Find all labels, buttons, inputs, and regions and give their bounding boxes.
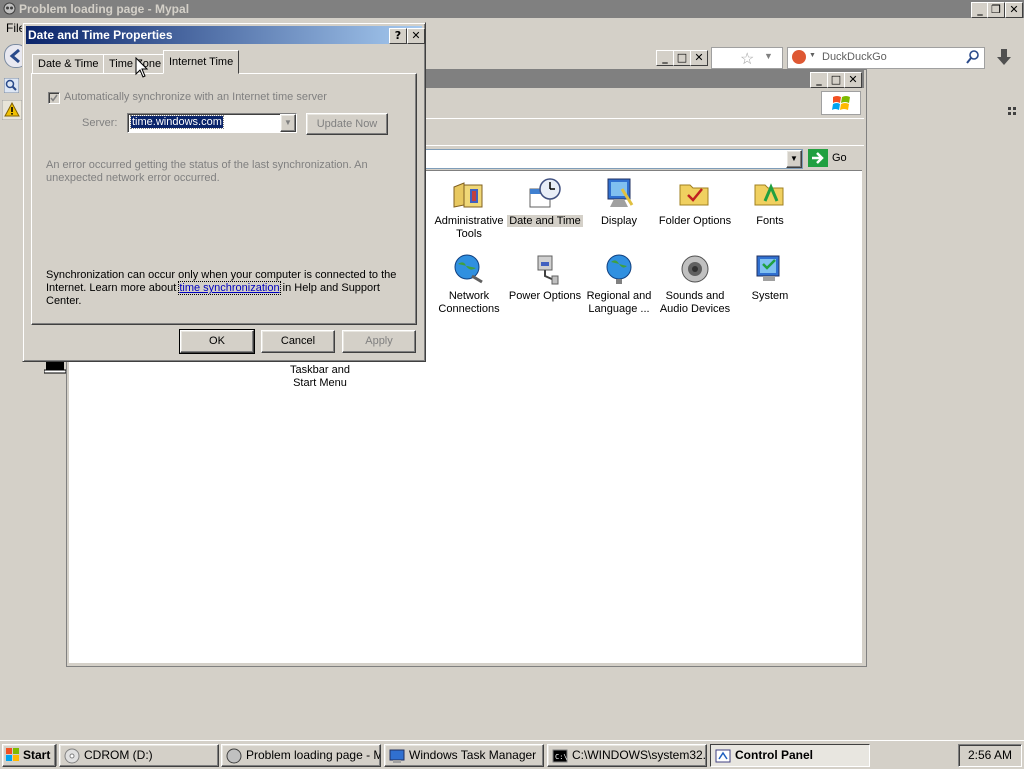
control-panel-icon [715,748,731,766]
server-label: Server: [82,117,118,129]
time-sync-link[interactable]: time synchronization [178,281,281,295]
close-button[interactable]: ✕ [1005,2,1023,18]
ok-button[interactable]: OK [179,329,255,354]
display-icon [602,177,636,211]
admin-tools-icon [452,177,486,211]
dialog-close-button[interactable]: ✕ [407,28,425,44]
taskbar-button-control-panel[interactable]: Control Panel [710,744,870,767]
search-engine-dropdown-icon[interactable]: ▼ [809,52,816,59]
system-clock[interactable]: 2:56 AM [958,744,1022,767]
taskbar-button-browser[interactable]: Problem loading page - M... [221,744,381,767]
sidebar-search-icon[interactable] [3,77,20,94]
help-button[interactable]: ? [389,28,407,44]
sync-info-text: Synchronization can occur only when your… [46,269,397,307]
sync-error-text: An error occurred getting the status of … [46,159,368,184]
cp-item-system[interactable]: System [730,252,810,303]
sync-checkbox[interactable] [48,92,60,104]
browser-title: Problem loading page - Mypal [19,2,190,16]
taskbar-button-cdrom[interactable]: CDROM (D:) [59,744,219,767]
fonts-icon [753,177,787,211]
apply-button[interactable]: Apply [342,330,416,353]
date-time-icon [528,177,562,211]
power-icon [528,252,562,286]
cp-maximize-button[interactable]: □ [827,72,845,88]
restore-button[interactable]: ❐ [987,2,1005,18]
browser-title-bar: Problem loading page - Mypal _ ❐ ✕ [0,0,1024,18]
dialog-titlebar: Date and Time Properties ? ✕ [26,26,425,44]
cp-item-folder-options[interactable]: Folder Options [655,177,735,228]
internet-time-panel: Automatically synchronize with an Intern… [31,73,417,325]
mouse-cursor-icon [135,56,149,79]
cp-item-sounds-and-audio[interactable]: Sounds and Audio Devices [655,252,735,316]
svg-text:C:\: C:\ [555,753,568,761]
cp-item-regional-and-language[interactable]: Regional and Language ... [579,252,659,316]
browser-task-icon [226,748,242,766]
duckduckgo-icon [792,50,806,64]
bookmark-star-icon[interactable]: ☆ [740,49,754,69]
network-icon [452,252,486,286]
cp-item-display[interactable]: Display [579,177,659,228]
search-input[interactable]: DuckDuckGo [822,51,887,63]
cp-item-power-options[interactable]: Power Options [505,252,585,303]
search-icon[interactable] [966,49,980,68]
server-dropdown-button[interactable]: ▼ [280,114,296,132]
update-now-button[interactable]: Update Now [306,113,388,135]
task-manager-icon [389,748,405,766]
taskbar: Start CDROM (D:) Problem loading page - … [0,740,1024,769]
start-button[interactable]: Start [2,744,56,767]
cp-close-button[interactable]: ✕ [844,72,862,88]
search-box[interactable]: ▼ DuckDuckGo [787,47,985,69]
address-dropdown-button[interactable]: ▼ [786,150,802,168]
tab-date-time[interactable]: Date & Time [32,54,105,74]
cp-item-network-connections[interactable]: Network Connections [429,252,509,316]
cp-item-date-and-time[interactable]: Date and Time [505,177,585,228]
tab-restore-button[interactable]: □ [673,50,691,66]
folder-options-icon [678,177,712,211]
server-input[interactable]: time.windows.com [130,115,224,129]
address-actions: ☆ ▼ [711,47,783,69]
taskbar-icon [43,360,67,374]
tab-minimize-button[interactable]: _ [656,50,674,66]
warning-icon [1,99,23,121]
taskbar-separator [56,744,57,766]
cdrom-icon [64,748,80,766]
go-arrow-icon[interactable] [808,149,828,167]
windows-logo-icon [821,91,861,115]
sync-label: Automatically synchronize with an Intern… [64,91,327,103]
cp-item-fonts[interactable]: Fonts [730,177,810,228]
cp-item-taskbar-and-start-menu[interactable]: Taskbar and Start Menu [280,364,360,390]
dialog-title: Date and Time Properties [28,28,173,42]
cancel-button[interactable]: Cancel [261,330,335,353]
start-windows-icon [6,748,20,769]
mypal-icon [3,2,16,15]
cmd-icon: C:\ [552,748,568,766]
sounds-icon [678,252,712,286]
cp-minimize-button[interactable]: _ [810,72,828,88]
dropdown-arrow-icon[interactable]: ▼ [764,51,773,61]
taskbar-button-cmd[interactable]: C:\ C:\WINDOWS\system32... [547,744,707,767]
download-icon[interactable] [992,45,1016,69]
taskbar-button-task-manager[interactable]: Windows Task Manager [384,744,544,767]
go-label[interactable]: Go [832,152,847,164]
server-combobox[interactable]: time.windows.com ▼ [127,113,297,133]
tab-close-button[interactable]: ✕ [690,50,708,66]
tab-internet-time[interactable]: Internet Time [163,50,240,74]
more-options-icon[interactable] [1008,106,1020,115]
date-time-dialog: Date and Time Properties ? ✕ Date & Time… [22,22,426,362]
cp-item-administrative-tools[interactable]: Administrative Tools [429,177,509,241]
system-icon [753,252,787,286]
regional-icon [602,252,636,286]
